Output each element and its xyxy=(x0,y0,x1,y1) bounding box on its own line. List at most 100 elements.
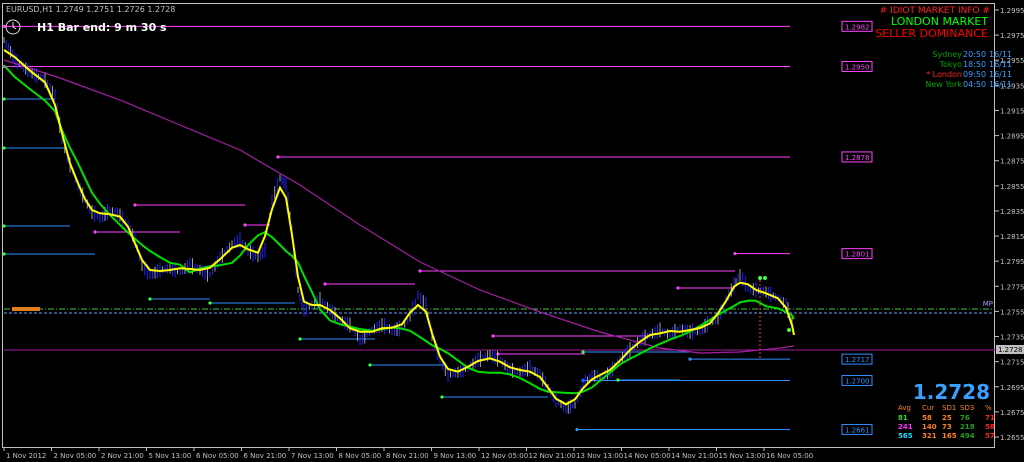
level-label: 1.2801 xyxy=(845,251,870,259)
time-tick-label: 8 Nov 21:00 xyxy=(386,452,429,460)
sr-dot xyxy=(133,203,137,207)
time-tick-label: 8 Nov 05:00 xyxy=(339,452,382,460)
stats-cell: 321 xyxy=(922,432,937,440)
chart-background xyxy=(0,0,1024,462)
current-price: 1.2728 xyxy=(913,380,990,404)
stats-cell: 165 xyxy=(942,432,957,440)
stats-cell: 140 xyxy=(922,423,937,431)
level-label: 1.2700 xyxy=(845,377,870,385)
session-name: Sydney xyxy=(932,50,962,59)
time-tick-label: 16 Nov 05:00 xyxy=(766,452,813,460)
level-dot xyxy=(733,252,737,256)
stats-cell: 25 xyxy=(942,414,952,422)
session-date: 16/11 xyxy=(989,70,1012,79)
price-tick-label: 1.2695 xyxy=(1000,384,1024,392)
price-tick-label: 1.2655 xyxy=(1000,434,1024,442)
sr-dot xyxy=(2,97,6,101)
sr-dot xyxy=(243,223,247,227)
stats-header: % xyxy=(985,404,992,412)
stats-cell: 81 xyxy=(898,414,908,422)
price-tick-label: 1.2735 xyxy=(1000,334,1024,342)
sr-dot xyxy=(491,334,495,338)
session-time: 09:50 xyxy=(963,70,986,79)
time-tick-label: 6 Nov 05:00 xyxy=(196,452,239,460)
time-tick-label: 13 Nov 13:00 xyxy=(576,452,623,460)
session-date: 16/11 xyxy=(989,80,1012,89)
stats-cell: 241 xyxy=(898,423,913,431)
level-dot xyxy=(2,24,6,28)
time-tick-label: 12 Nov 21:00 xyxy=(529,452,576,460)
price-chart[interactable]: 1.2982 1.2950 1.2878 1.2801 1.2717 1.2700 1.26… xyxy=(0,0,1024,462)
price-tick-label: 1.2815 xyxy=(1000,233,1024,241)
level-label: 1.2717 xyxy=(845,356,870,364)
level-label: 1.2950 xyxy=(845,64,870,72)
level-dot xyxy=(688,357,692,361)
price-tick-label: 1.2775 xyxy=(1000,283,1024,291)
price-tick-label: 1.2675 xyxy=(1000,409,1024,417)
price-tick-label: 1.2995 xyxy=(1000,7,1024,15)
stats-cell: 565 xyxy=(898,432,913,440)
stats-header: SD3 xyxy=(960,404,974,412)
sr-dot xyxy=(93,230,97,234)
stats-cell: 76 xyxy=(960,414,970,422)
sr-dot xyxy=(676,286,680,290)
sr-dot xyxy=(368,363,372,367)
level-label: 1.2982 xyxy=(845,23,870,31)
level-label: 1.2661 xyxy=(845,426,870,434)
session-date: 16/11 xyxy=(989,60,1012,69)
session-time: 20:50 xyxy=(963,50,986,59)
sr-dot xyxy=(148,297,152,301)
time-tick-label: 14 Nov 21:00 xyxy=(671,452,718,460)
sr-dot xyxy=(440,395,444,399)
stats-header: SD1 xyxy=(942,404,956,412)
stats-cell: 218 xyxy=(960,423,975,431)
level-dot xyxy=(276,155,280,159)
stats-header: Avg xyxy=(898,404,911,412)
time-tick-label: 1 Nov 2012 xyxy=(6,452,46,460)
price-tick-label: 1.2795 xyxy=(1000,258,1024,266)
level-label: 1.2878 xyxy=(845,154,870,162)
time-tick-label: 6 Nov 21:00 xyxy=(244,452,287,460)
bar-end-timer: H1 Bar end: 9 m 30 s xyxy=(37,21,167,34)
stats-cell: 494 xyxy=(960,432,975,440)
time-tick-label: 9 Nov 13:00 xyxy=(434,452,477,460)
sr-dot xyxy=(418,269,422,273)
stats-cell: 58 xyxy=(985,423,995,431)
session-times: Sydney 20:50 16/11Tokyo 18:50 16/11* London 0… xyxy=(925,50,1012,89)
price-tick-label: 1.2895 xyxy=(1000,133,1024,141)
dominance-status: SELLER DOMINANCE xyxy=(875,27,988,40)
level-dot xyxy=(575,427,579,432)
session-time: 04:50 xyxy=(963,80,986,89)
stats-header: Cur xyxy=(922,404,934,412)
time-tick-label: 14 Nov 05:00 xyxy=(624,452,671,460)
price-tick-label: 1.2835 xyxy=(1000,208,1024,216)
current-price-tag: 1.2728 xyxy=(998,346,1023,354)
price-tick-label: 1.2915 xyxy=(1000,107,1024,115)
time-tick-label: 2 Nov 21:00 xyxy=(101,452,144,460)
price-tick-label: 1.2715 xyxy=(1000,359,1024,367)
session-date: 16/11 xyxy=(989,50,1012,59)
signal-dot xyxy=(787,328,791,332)
session-name: Tokyo xyxy=(939,60,963,69)
stats-cell: 58 xyxy=(922,414,932,422)
sr-dot xyxy=(208,301,212,305)
sr-dot xyxy=(2,252,6,256)
signal-dot xyxy=(758,276,762,280)
session-name: * London xyxy=(926,70,962,79)
price-tick-label: 1.2855 xyxy=(1000,183,1024,191)
time-tick-label: 12 Nov 05:00 xyxy=(481,452,528,460)
sr-dot xyxy=(2,224,6,228)
price-tick-label: 1.2755 xyxy=(1000,308,1024,316)
time-tick-label: 7 Nov 13:00 xyxy=(291,452,334,460)
time-tick-label: 15 Nov 13:00 xyxy=(719,452,766,460)
session-name: New York xyxy=(925,80,962,89)
time-tick-label: 5 Nov 13:00 xyxy=(149,452,192,460)
symbol-info: EURUSD,H1 1.2749 1.2751 1.2726 1.2728 xyxy=(6,5,175,14)
price-marker xyxy=(12,307,40,311)
sr-dot xyxy=(616,378,620,382)
sr-dot xyxy=(323,282,327,286)
signal-dot xyxy=(763,276,767,280)
mp-label: MP xyxy=(983,300,993,308)
time-tick-label: 2 Nov 05:00 xyxy=(54,452,97,460)
price-tick-label: 1.2875 xyxy=(1000,158,1024,166)
